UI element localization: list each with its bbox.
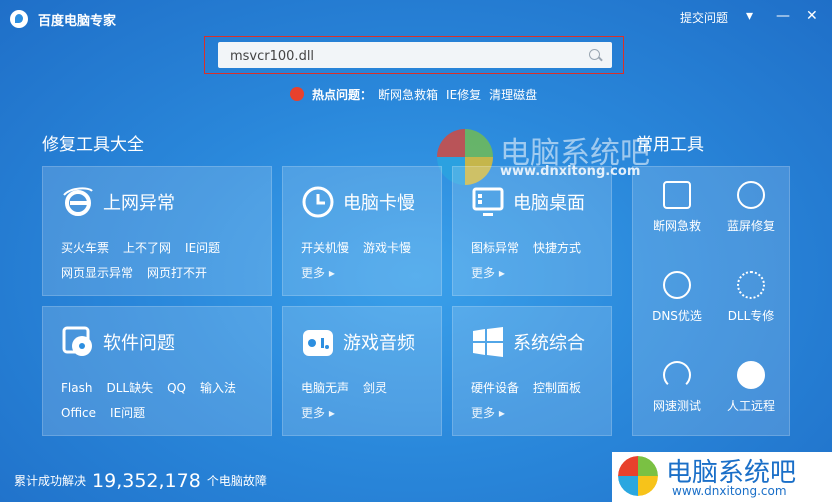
common-tools-heading: 常用工具 (636, 135, 704, 155)
link-hardware[interactable]: 硬件设备 (471, 381, 519, 395)
app-title: 百度电脑专家 (38, 14, 117, 29)
card-title-game-audio: 游戏音频 (343, 333, 415, 354)
hot-link-ie-repair[interactable]: IE修复 (446, 88, 481, 102)
footer-suffix: 个电脑故障 (206, 474, 267, 488)
tool-dns[interactable]: DNS优选 (639, 271, 715, 324)
dns-icon (663, 271, 691, 299)
footer-prefix: 累计成功解决 (14, 474, 87, 488)
repair-tools-heading: 修复工具大全 (42, 135, 144, 155)
link-ie-problem[interactable]: IE问题 (185, 241, 220, 255)
link-dll-missing[interactable]: DLL缺失 (106, 381, 153, 395)
speedometer-icon (663, 361, 691, 389)
link-more-system[interactable]: 更多 ▸ (471, 406, 505, 420)
search-box[interactable] (218, 42, 612, 68)
feedback-link[interactable]: 提交问题 (680, 9, 728, 26)
watermark-url: www.dnxitong.com (672, 484, 787, 498)
link-more-desktop[interactable]: 更多 ▸ (471, 266, 505, 280)
link-flash[interactable]: Flash (61, 381, 92, 395)
link-more-slow-pc[interactable]: 更多 ▸ (301, 266, 335, 280)
card-title-software: 软件问题 (103, 333, 175, 354)
link-no-sound[interactable]: 电脑无声 (301, 381, 349, 395)
link-control-panel[interactable]: 控制面板 (533, 381, 581, 395)
tool-dll-repair[interactable]: DLL专修 (713, 271, 789, 324)
link-blade-soul[interactable]: 剑灵 (363, 381, 387, 395)
solved-count: 19,352,178 (92, 470, 201, 492)
card-software[interactable]: 软件问题 Flash DLL缺失 QQ 输入法 Office IE问题 (42, 306, 272, 436)
network-rescue-icon (663, 181, 691, 209)
windows-logo-watermark-icon (618, 456, 658, 496)
card-title-network: 上网异常 (103, 193, 175, 214)
link-qq[interactable]: QQ (167, 381, 186, 395)
tool-label-dns: DNS优选 (652, 309, 702, 323)
menu-dropdown-icon[interactable]: ▾ (746, 8, 753, 24)
hot-topics-label: 热点问题： (312, 88, 373, 102)
card-system[interactable]: 系统综合 硬件设备 控制面板 更多 ▸ (452, 306, 612, 436)
watermark-corner: 电脑系统吧 www.dnxitong.com (612, 452, 832, 502)
tool-label-remote-support: 人工远程 (726, 399, 775, 413)
card-title-desktop: 电脑桌面 (513, 193, 585, 214)
gamepad-icon (303, 330, 333, 356)
link-no-internet[interactable]: 上不了网 (123, 241, 171, 255)
hot-topics-row: 热点问题： 断网急救箱 IE修复 清理磁盘 (290, 86, 545, 103)
app-logo-icon (10, 10, 28, 28)
tool-label-speed-test: 网速测试 (652, 399, 701, 413)
search-input[interactable] (228, 46, 572, 66)
card-game-audio[interactable]: 游戏音频 电脑无声 剑灵 更多 ▸ (282, 306, 442, 436)
link-page-not-open[interactable]: 网页打不开 (147, 266, 207, 280)
tool-network-rescue[interactable]: 断网急救 (639, 181, 715, 234)
tool-bluescreen-repair[interactable]: 蓝屏修复 (713, 181, 789, 234)
link-office[interactable]: Office (61, 406, 96, 420)
support-agent-icon (737, 361, 765, 389)
ie-icon (63, 187, 93, 216)
link-ie-problem-2[interactable]: IE问题 (110, 406, 145, 420)
link-input-method[interactable]: 输入法 (200, 381, 236, 395)
title-bar: 百度电脑专家 提交问题 ▾ — ✕ (0, 0, 832, 36)
card-title-system: 系统综合 (513, 333, 585, 354)
link-page-display-error[interactable]: 网页显示异常 (61, 266, 133, 280)
close-button[interactable]: ✕ (806, 8, 818, 24)
clock-icon (302, 186, 334, 218)
hot-link-clean-disk[interactable]: 清理磁盘 (489, 88, 537, 102)
windows-icon (473, 327, 503, 357)
bluescreen-repair-icon (737, 181, 765, 209)
link-slow-boot[interactable]: 开关机慢 (301, 241, 349, 255)
tool-remote-support[interactable]: 人工远程 (713, 361, 789, 414)
card-desktop[interactable]: 电脑桌面 图标异常 快捷方式 更多 ▸ (452, 166, 612, 296)
common-tools-panel: 断网急救 蓝屏修复 DNS优选 DLL专修 网速测试 人工远程 (632, 166, 790, 436)
link-more-game-audio[interactable]: 更多 ▸ (301, 406, 335, 420)
flame-icon (290, 87, 304, 101)
tool-label-dll-repair: DLL专修 (727, 309, 775, 323)
link-shortcut[interactable]: 快捷方式 (533, 241, 581, 255)
monitor-icon (472, 187, 504, 216)
footer-stats: 累计成功解决 19,352,178 个电脑故障 (14, 470, 267, 492)
link-icon-error[interactable]: 图标异常 (471, 241, 519, 255)
search-icon[interactable] (589, 49, 600, 60)
link-game-lag[interactable]: 游戏卡慢 (363, 241, 411, 255)
minimize-button[interactable]: — (776, 8, 790, 24)
link-train-ticket[interactable]: 买火车票 (61, 241, 109, 255)
software-icon (62, 326, 92, 356)
card-title-slow-pc: 电脑卡慢 (343, 193, 415, 214)
card-slow-pc[interactable]: 电脑卡慢 开关机慢 游戏卡慢 更多 ▸ (282, 166, 442, 296)
tool-label-network-rescue: 断网急救 (652, 219, 701, 233)
hot-link-network-rescue[interactable]: 断网急救箱 (378, 88, 438, 102)
gears-icon (737, 271, 765, 299)
tool-label-bluescreen-repair: 蓝屏修复 (726, 219, 775, 233)
tool-speed-test[interactable]: 网速测试 (639, 361, 715, 414)
card-network[interactable]: 上网异常 买火车票 上不了网 IE问题 网页显示异常 网页打不开 (42, 166, 272, 296)
